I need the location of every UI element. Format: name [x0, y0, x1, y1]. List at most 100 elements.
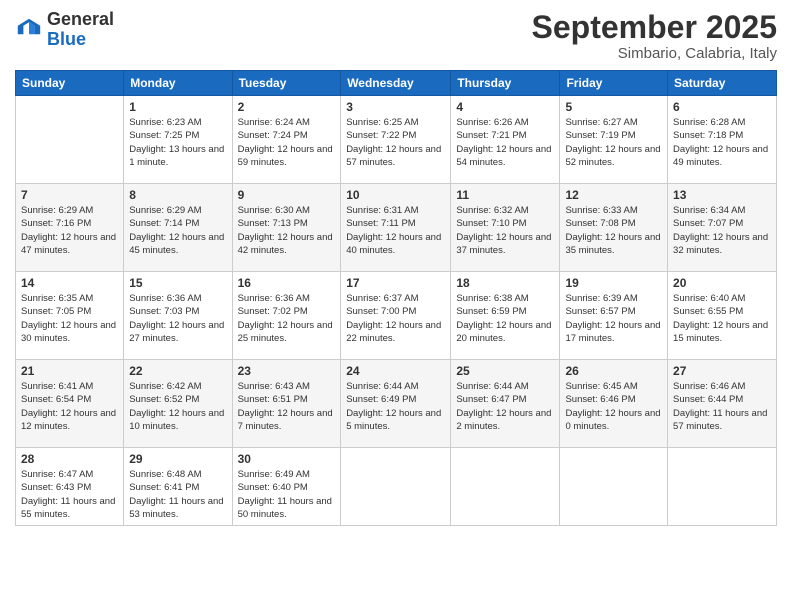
day-info: Sunrise: 6:30 AM Sunset: 7:13 PM Dayligh…	[238, 204, 336, 257]
day-number: 23	[238, 364, 336, 378]
day-info: Sunrise: 6:45 AM Sunset: 6:46 PM Dayligh…	[565, 380, 662, 433]
calendar-week-2: 7Sunrise: 6:29 AM Sunset: 7:16 PM Daylig…	[16, 184, 777, 272]
calendar-week-5: 28 Sunrise: 6:47 AM Sunset: 6:43 PM Dayli…	[16, 448, 777, 526]
calendar: SundayMondayTuesdayWednesdayThursdayFrid…	[15, 70, 777, 526]
calendar-cell: 3 Sunrise: 6:25 AM Sunset: 7:22 PM Daylig…	[341, 96, 451, 184]
day-info: Sunrise: 6:23 AM Sunset: 7:25 PM Dayligh…	[129, 116, 226, 169]
calendar-cell	[668, 448, 777, 526]
day-number: 6	[673, 100, 771, 114]
day-info: Sunrise: 6:35 AM Sunset: 7:05 PM Dayligh…	[21, 292, 118, 345]
day-number: 20	[673, 276, 771, 290]
header: General Blue September 2025 Simbario, Ca…	[15, 10, 777, 62]
calendar-week-3: 14 Sunrise: 6:35 AM Sunset: 7:05 PM Dayli…	[16, 272, 777, 360]
day-info: Sunrise: 6:28 AM Sunset: 7:18 PM Dayligh…	[673, 116, 771, 169]
day-number: 1	[129, 100, 226, 114]
day-info: Sunrise: 6:36 AM Sunset: 7:02 PM Dayligh…	[238, 292, 336, 345]
calendar-cell: 13 Sunrise: 6:34 AM Sunset: 7:07 PM Dayli…	[668, 184, 777, 272]
day-info: Sunrise: 6:31 AM Sunset: 7:11 PM Dayligh…	[346, 204, 445, 257]
calendar-cell: 25Sunrise: 6:44 AM Sunset: 6:47 PM Dayli…	[451, 360, 560, 448]
day-info: Sunrise: 6:27 AM Sunset: 7:19 PM Dayligh…	[565, 116, 662, 169]
day-number: 25	[456, 364, 554, 378]
day-number: 13	[673, 188, 771, 202]
day-number: 19	[565, 276, 662, 290]
calendar-cell: 29Sunrise: 6:48 AM Sunset: 6:41 PM Dayli…	[124, 448, 232, 526]
calendar-cell	[560, 448, 668, 526]
calendar-cell	[16, 96, 124, 184]
day-info: Sunrise: 6:47 AM Sunset: 6:43 PM Dayligh…	[21, 468, 118, 521]
calendar-cell: 26 Sunrise: 6:45 AM Sunset: 6:46 PM Dayli…	[560, 360, 668, 448]
day-number: 10	[346, 188, 445, 202]
day-number: 18	[456, 276, 554, 290]
day-number: 3	[346, 100, 445, 114]
day-number: 28	[21, 452, 118, 466]
calendar-cell: 12 Sunrise: 6:33 AM Sunset: 7:08 PM Dayli…	[560, 184, 668, 272]
weekday-header-row: SundayMondayTuesdayWednesdayThursdayFrid…	[16, 71, 777, 96]
day-info: Sunrise: 6:25 AM Sunset: 7:22 PM Dayligh…	[346, 116, 445, 169]
day-number: 2	[238, 100, 336, 114]
day-info: Sunrise: 6:37 AM Sunset: 7:00 PM Dayligh…	[346, 292, 445, 345]
calendar-cell: 18Sunrise: 6:38 AM Sunset: 6:59 PM Dayli…	[451, 272, 560, 360]
calendar-cell: 19 Sunrise: 6:39 AM Sunset: 6:57 PM Dayli…	[560, 272, 668, 360]
day-info: Sunrise: 6:29 AM Sunset: 7:14 PM Dayligh…	[129, 204, 226, 257]
calendar-cell: 24 Sunrise: 6:44 AM Sunset: 6:49 PM Dayli…	[341, 360, 451, 448]
calendar-cell: 2Sunrise: 6:24 AM Sunset: 7:24 PM Daylig…	[232, 96, 341, 184]
weekday-header-sunday: Sunday	[16, 71, 124, 96]
day-number: 29	[129, 452, 226, 466]
day-info: Sunrise: 6:40 AM Sunset: 6:55 PM Dayligh…	[673, 292, 771, 345]
calendar-cell: 23 Sunrise: 6:43 AM Sunset: 6:51 PM Dayli…	[232, 360, 341, 448]
day-info: Sunrise: 6:32 AM Sunset: 7:10 PM Dayligh…	[456, 204, 554, 257]
calendar-week-4: 21Sunrise: 6:41 AM Sunset: 6:54 PM Dayli…	[16, 360, 777, 448]
calendar-cell	[341, 448, 451, 526]
calendar-body: 1 Sunrise: 6:23 AM Sunset: 7:25 PM Daylig…	[16, 96, 777, 526]
day-info: Sunrise: 6:36 AM Sunset: 7:03 PM Dayligh…	[129, 292, 226, 345]
calendar-cell: 27Sunrise: 6:46 AM Sunset: 6:44 PM Dayli…	[668, 360, 777, 448]
day-number: 30	[238, 452, 336, 466]
calendar-cell: 11 Sunrise: 6:32 AM Sunset: 7:10 PM Dayli…	[451, 184, 560, 272]
day-info: Sunrise: 6:33 AM Sunset: 7:08 PM Dayligh…	[565, 204, 662, 257]
logo: General Blue	[15, 10, 114, 50]
day-number: 4	[456, 100, 554, 114]
logo-icon	[15, 16, 43, 44]
calendar-cell: 16 Sunrise: 6:36 AM Sunset: 7:02 PM Dayli…	[232, 272, 341, 360]
day-number: 16	[238, 276, 336, 290]
day-info: Sunrise: 6:29 AM Sunset: 7:16 PM Dayligh…	[21, 204, 118, 257]
day-number: 14	[21, 276, 118, 290]
calendar-cell: 22 Sunrise: 6:42 AM Sunset: 6:52 PM Dayli…	[124, 360, 232, 448]
logo-blue-text: Blue	[47, 29, 86, 49]
calendar-cell: 9 Sunrise: 6:30 AM Sunset: 7:13 PM Daylig…	[232, 184, 341, 272]
day-number: 5	[565, 100, 662, 114]
day-info: Sunrise: 6:42 AM Sunset: 6:52 PM Dayligh…	[129, 380, 226, 433]
day-number: 21	[21, 364, 118, 378]
calendar-week-1: 1 Sunrise: 6:23 AM Sunset: 7:25 PM Daylig…	[16, 96, 777, 184]
day-number: 24	[346, 364, 445, 378]
day-number: 22	[129, 364, 226, 378]
weekday-header-friday: Friday	[560, 71, 668, 96]
page: General Blue September 2025 Simbario, Ca…	[0, 0, 792, 612]
calendar-cell: 1 Sunrise: 6:23 AM Sunset: 7:25 PM Daylig…	[124, 96, 232, 184]
weekday-header-wednesday: Wednesday	[341, 71, 451, 96]
calendar-cell: 28 Sunrise: 6:47 AM Sunset: 6:43 PM Dayli…	[16, 448, 124, 526]
day-info: Sunrise: 6:43 AM Sunset: 6:51 PM Dayligh…	[238, 380, 336, 433]
calendar-cell: 10 Sunrise: 6:31 AM Sunset: 7:11 PM Dayli…	[341, 184, 451, 272]
day-info: Sunrise: 6:34 AM Sunset: 7:07 PM Dayligh…	[673, 204, 771, 257]
month-title: September 2025	[532, 10, 777, 45]
day-info: Sunrise: 6:49 AM Sunset: 6:40 PM Dayligh…	[238, 468, 336, 521]
day-number: 9	[238, 188, 336, 202]
logo-text: General Blue	[47, 10, 114, 50]
day-number: 12	[565, 188, 662, 202]
location: Simbario, Calabria, Italy	[532, 45, 777, 62]
day-info: Sunrise: 6:44 AM Sunset: 6:49 PM Dayligh…	[346, 380, 445, 433]
calendar-cell: 4 Sunrise: 6:26 AM Sunset: 7:21 PM Daylig…	[451, 96, 560, 184]
weekday-header-thursday: Thursday	[451, 71, 560, 96]
day-info: Sunrise: 6:39 AM Sunset: 6:57 PM Dayligh…	[565, 292, 662, 345]
day-number: 11	[456, 188, 554, 202]
calendar-cell: 6 Sunrise: 6:28 AM Sunset: 7:18 PM Daylig…	[668, 96, 777, 184]
day-number: 26	[565, 364, 662, 378]
calendar-header: SundayMondayTuesdayWednesdayThursdayFrid…	[16, 71, 777, 96]
weekday-header-tuesday: Tuesday	[232, 71, 341, 96]
day-number: 15	[129, 276, 226, 290]
day-info: Sunrise: 6:26 AM Sunset: 7:21 PM Dayligh…	[456, 116, 554, 169]
calendar-cell: 8Sunrise: 6:29 AM Sunset: 7:14 PM Daylig…	[124, 184, 232, 272]
weekday-header-saturday: Saturday	[668, 71, 777, 96]
weekday-header-monday: Monday	[124, 71, 232, 96]
